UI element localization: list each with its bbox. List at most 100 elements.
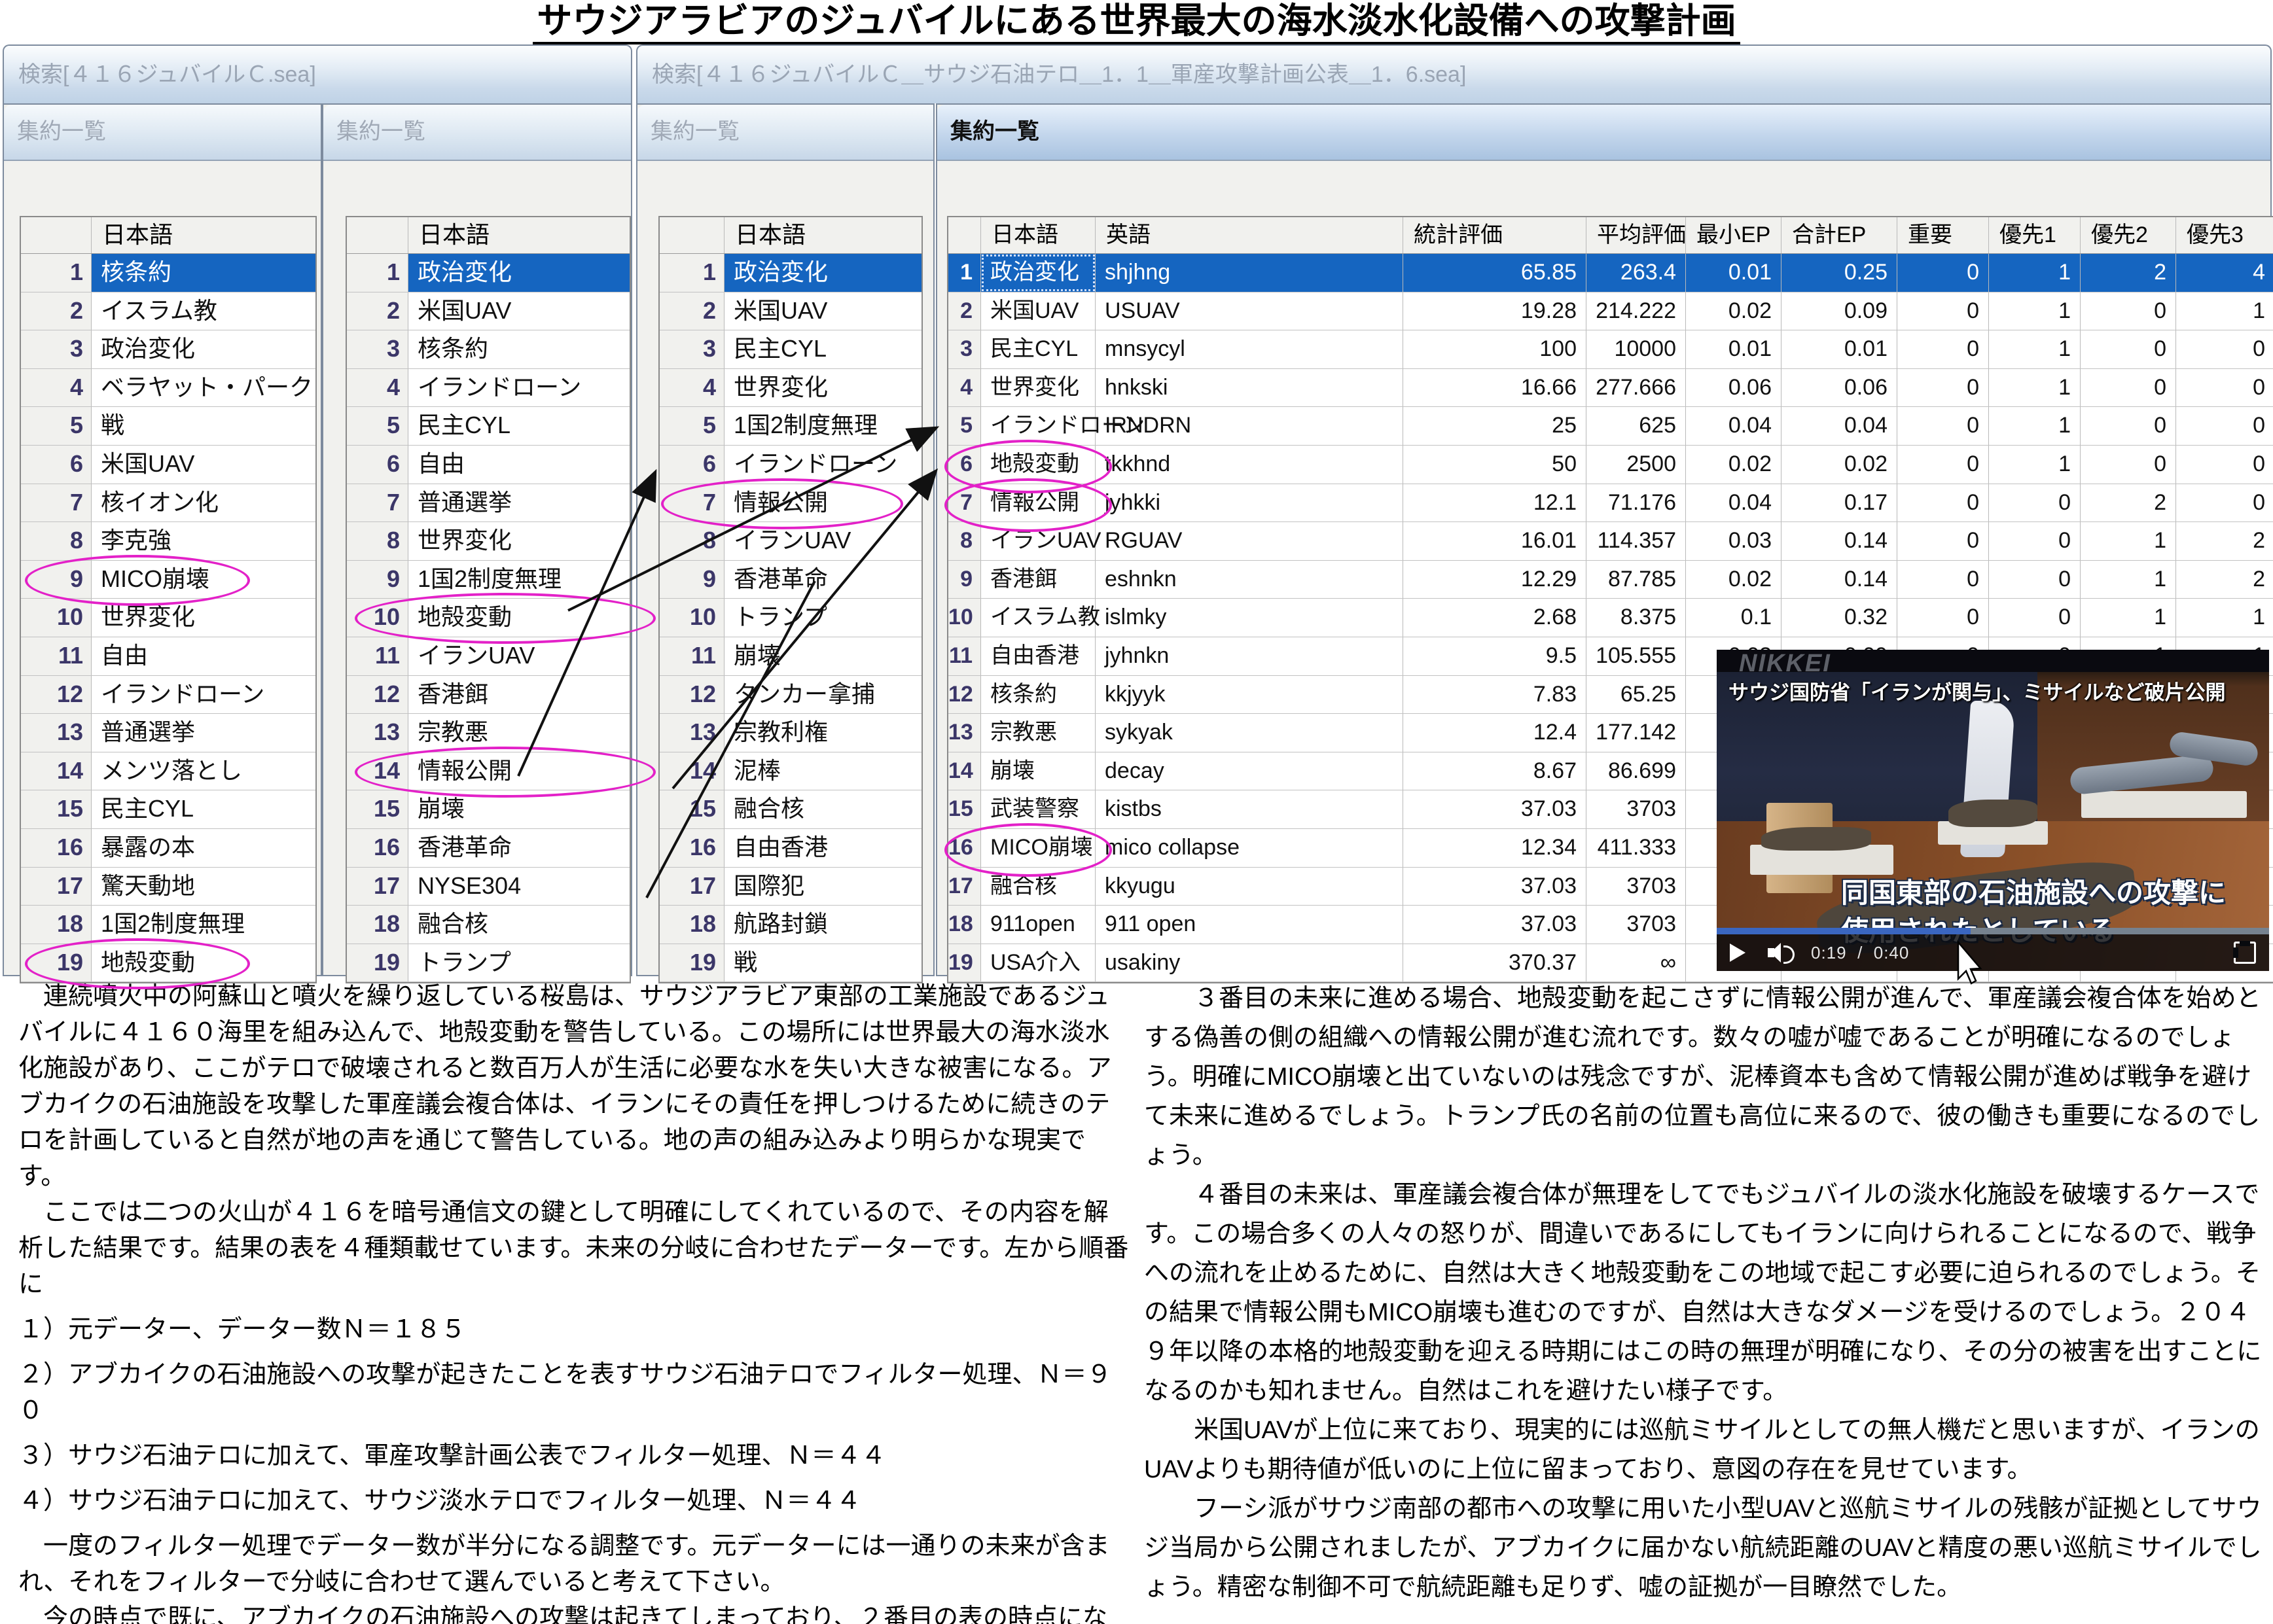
column-header[interactable]: 日本語: [725, 217, 922, 253]
video-progress-bar[interactable]: [1717, 928, 2269, 934]
table-row[interactable]: 3政治変化: [21, 330, 315, 369]
table-row[interactable]: 2米国UAV: [347, 292, 630, 331]
table-row[interactable]: 13宗教利権: [660, 714, 922, 752]
table-row[interactable]: 16自由香港: [660, 829, 922, 868]
column-header[interactable]: 日本語: [981, 217, 1096, 253]
table-row[interactable]: 1核条約: [21, 254, 315, 292]
table-row[interactable]: 15民主CYL: [21, 790, 315, 829]
table-row[interactable]: 7普通選挙: [347, 484, 630, 523]
column-header[interactable]: [21, 217, 92, 253]
table-row[interactable]: 3民主CYLmnsycyl100100000.010.010100: [948, 330, 2273, 369]
table-row[interactable]: 10トランプ: [660, 599, 922, 637]
table-row[interactable]: 19トランプ: [347, 944, 630, 983]
table-row[interactable]: 14情報公開: [347, 752, 630, 791]
table-row[interactable]: 11自由: [21, 637, 315, 676]
table-row[interactable]: 12タンカー拿捕: [660, 676, 922, 715]
table-row[interactable]: 2米国UAV: [660, 292, 922, 331]
column-header[interactable]: [347, 217, 408, 253]
table-row[interactable]: 6イランドローン: [660, 446, 922, 484]
table-row[interactable]: 91国2制度無理: [347, 561, 630, 599]
table-row[interactable]: 3核条約: [347, 330, 630, 369]
table-row[interactable]: 10地殻変動: [347, 599, 630, 637]
table-row[interactable]: 8イランUAV: [660, 522, 922, 561]
table-row[interactable]: 4世界変化hnkski16.66277.6660.060.060100: [948, 369, 2273, 408]
table-row[interactable]: 13宗教悪: [347, 714, 630, 752]
table-row[interactable]: 1政治変化: [347, 254, 630, 292]
table-row[interactable]: 2イスラム教: [21, 292, 315, 331]
table-row[interactable]: 17NYSE304: [347, 868, 630, 906]
table-row[interactable]: 15崩壊: [347, 790, 630, 829]
table-row[interactable]: 9MICO崩壊: [21, 561, 315, 599]
volume-icon[interactable]: [1768, 943, 1794, 962]
table-row[interactable]: 18融合核: [347, 906, 630, 944]
column-header[interactable]: 最小EP: [1686, 217, 1781, 253]
table-row[interactable]: 2米国UAVUSUAV19.28214.2220.020.090101: [948, 292, 2273, 331]
panel-2-tab[interactable]: 集約一覧: [323, 105, 631, 161]
table-row[interactable]: 5戦: [21, 407, 315, 446]
table-row[interactable]: 6米国UAV: [21, 446, 315, 484]
table-row[interactable]: 8李克強: [21, 522, 315, 561]
table-row[interactable]: 14泥棒: [660, 752, 922, 791]
table-row[interactable]: 10世界変化: [21, 599, 315, 637]
table-row[interactable]: 19戦: [660, 944, 922, 983]
table-row[interactable]: 13普通選挙: [21, 714, 315, 752]
table-row[interactable]: 17驚天動地: [21, 868, 315, 906]
column-header[interactable]: 重要: [1897, 217, 1989, 253]
table-row[interactable]: 15融合核: [660, 790, 922, 829]
table-row[interactable]: 4イランドローン: [347, 369, 630, 408]
table-row[interactable]: 51国2制度無理: [660, 407, 922, 446]
table-row[interactable]: 8世界変化: [347, 522, 630, 561]
table-row[interactable]: 19地殻変動: [21, 944, 315, 983]
column-header[interactable]: 日本語: [408, 217, 630, 253]
panel-4-tab[interactable]: 集約一覧: [937, 105, 2270, 161]
table-row[interactable]: 12香港餌: [347, 676, 630, 715]
panel-3-tab[interactable]: 集約一覧: [637, 105, 933, 161]
video-player[interactable]: NIKKEI サウジ国防省「イランが関与」、ミサイルなど破片公開 同国東部の石油…: [1717, 650, 2269, 971]
table-row[interactable]: 9香港革命: [660, 561, 922, 599]
column-header[interactable]: 合計EP: [1781, 217, 1897, 253]
panel-1-tab[interactable]: 集約一覧: [4, 105, 321, 161]
table-row[interactable]: 1政治変化: [660, 254, 922, 292]
aggregate-table-1[interactable]: 日本語1核条約2イスラム教3政治変化4ベラヤット・パーク5戦6米国UAV7核イオ…: [20, 216, 317, 983]
table-row[interactable]: 17国際犯: [660, 868, 922, 906]
column-header[interactable]: 優先3: [2176, 217, 2273, 253]
table-row[interactable]: 181国2制度無理: [21, 906, 315, 944]
table-row[interactable]: 8イランUAVRGUAV16.01114.3570.030.140012: [948, 522, 2273, 561]
table-row[interactable]: 16暴露の本: [21, 829, 315, 868]
table-row[interactable]: 16香港革命: [347, 829, 630, 868]
column-header[interactable]: 平均評価: [1586, 217, 1686, 253]
column-header[interactable]: 優先2: [2081, 217, 2176, 253]
aggregate-table-2[interactable]: 日本語1政治変化2米国UAV3核条約4イランドローン5民主CYL6自由7普通選挙…: [346, 216, 631, 983]
column-header[interactable]: 日本語: [92, 217, 315, 253]
table-row[interactable]: 5民主CYL: [347, 407, 630, 446]
window1-titlebar[interactable]: 検索[４１６ジュバイルＣ.sea]: [3, 44, 632, 103]
table-row[interactable]: 14メンツ落とし: [21, 752, 315, 791]
column-header[interactable]: 英語: [1096, 217, 1403, 253]
table-cell: 8.375: [1586, 599, 1686, 637]
table-row[interactable]: 9香港餌eshnkn12.2987.7850.020.140012: [948, 561, 2273, 599]
window2-titlebar[interactable]: 検索[４１６ジュバイルＣ＿サウジ石油テロ＿1．1＿軍産攻撃計画公表＿1．6.se…: [636, 44, 2272, 103]
table-row[interactable]: 7情報公開jyhkki12.171.1760.040.170020: [948, 484, 2273, 523]
table-row[interactable]: 7情報公開: [660, 484, 922, 523]
table-row[interactable]: 10イスラム教islmky2.688.3750.10.320011: [948, 599, 2273, 637]
table-row[interactable]: 6地殻変動tkkhnd5025000.020.020100: [948, 446, 2273, 484]
table-cell: 国際犯: [725, 868, 922, 906]
table-row[interactable]: 11崩壊: [660, 637, 922, 676]
aggregate-table-3[interactable]: 日本語1政治変化2米国UAV3民主CYL4世界変化51国2制度無理6イランドロー…: [658, 216, 923, 983]
play-icon[interactable]: [1730, 944, 1745, 962]
table-row[interactable]: 4世界変化: [660, 369, 922, 408]
table-row[interactable]: 1政治変化shjhng65.85263.40.010.250124: [948, 254, 2273, 292]
fullscreen-icon[interactable]: [2234, 942, 2256, 964]
table-row[interactable]: 6自由: [347, 446, 630, 484]
table-row[interactable]: 18航路封鎖: [660, 906, 922, 944]
table-row[interactable]: 7核イオン化: [21, 484, 315, 523]
table-row[interactable]: 12イランドローン: [21, 676, 315, 715]
table-row[interactable]: 4ベラヤット・パーク: [21, 369, 315, 408]
table-row[interactable]: 11イランUAV: [347, 637, 630, 676]
table-row[interactable]: 5イランドローンIRNDRN256250.040.040100: [948, 407, 2273, 446]
column-header[interactable]: 優先1: [1989, 217, 2081, 253]
column-header[interactable]: [948, 217, 981, 253]
table-row[interactable]: 3民主CYL: [660, 330, 922, 369]
column-header[interactable]: 統計評価: [1403, 217, 1586, 253]
column-header[interactable]: [660, 217, 725, 253]
